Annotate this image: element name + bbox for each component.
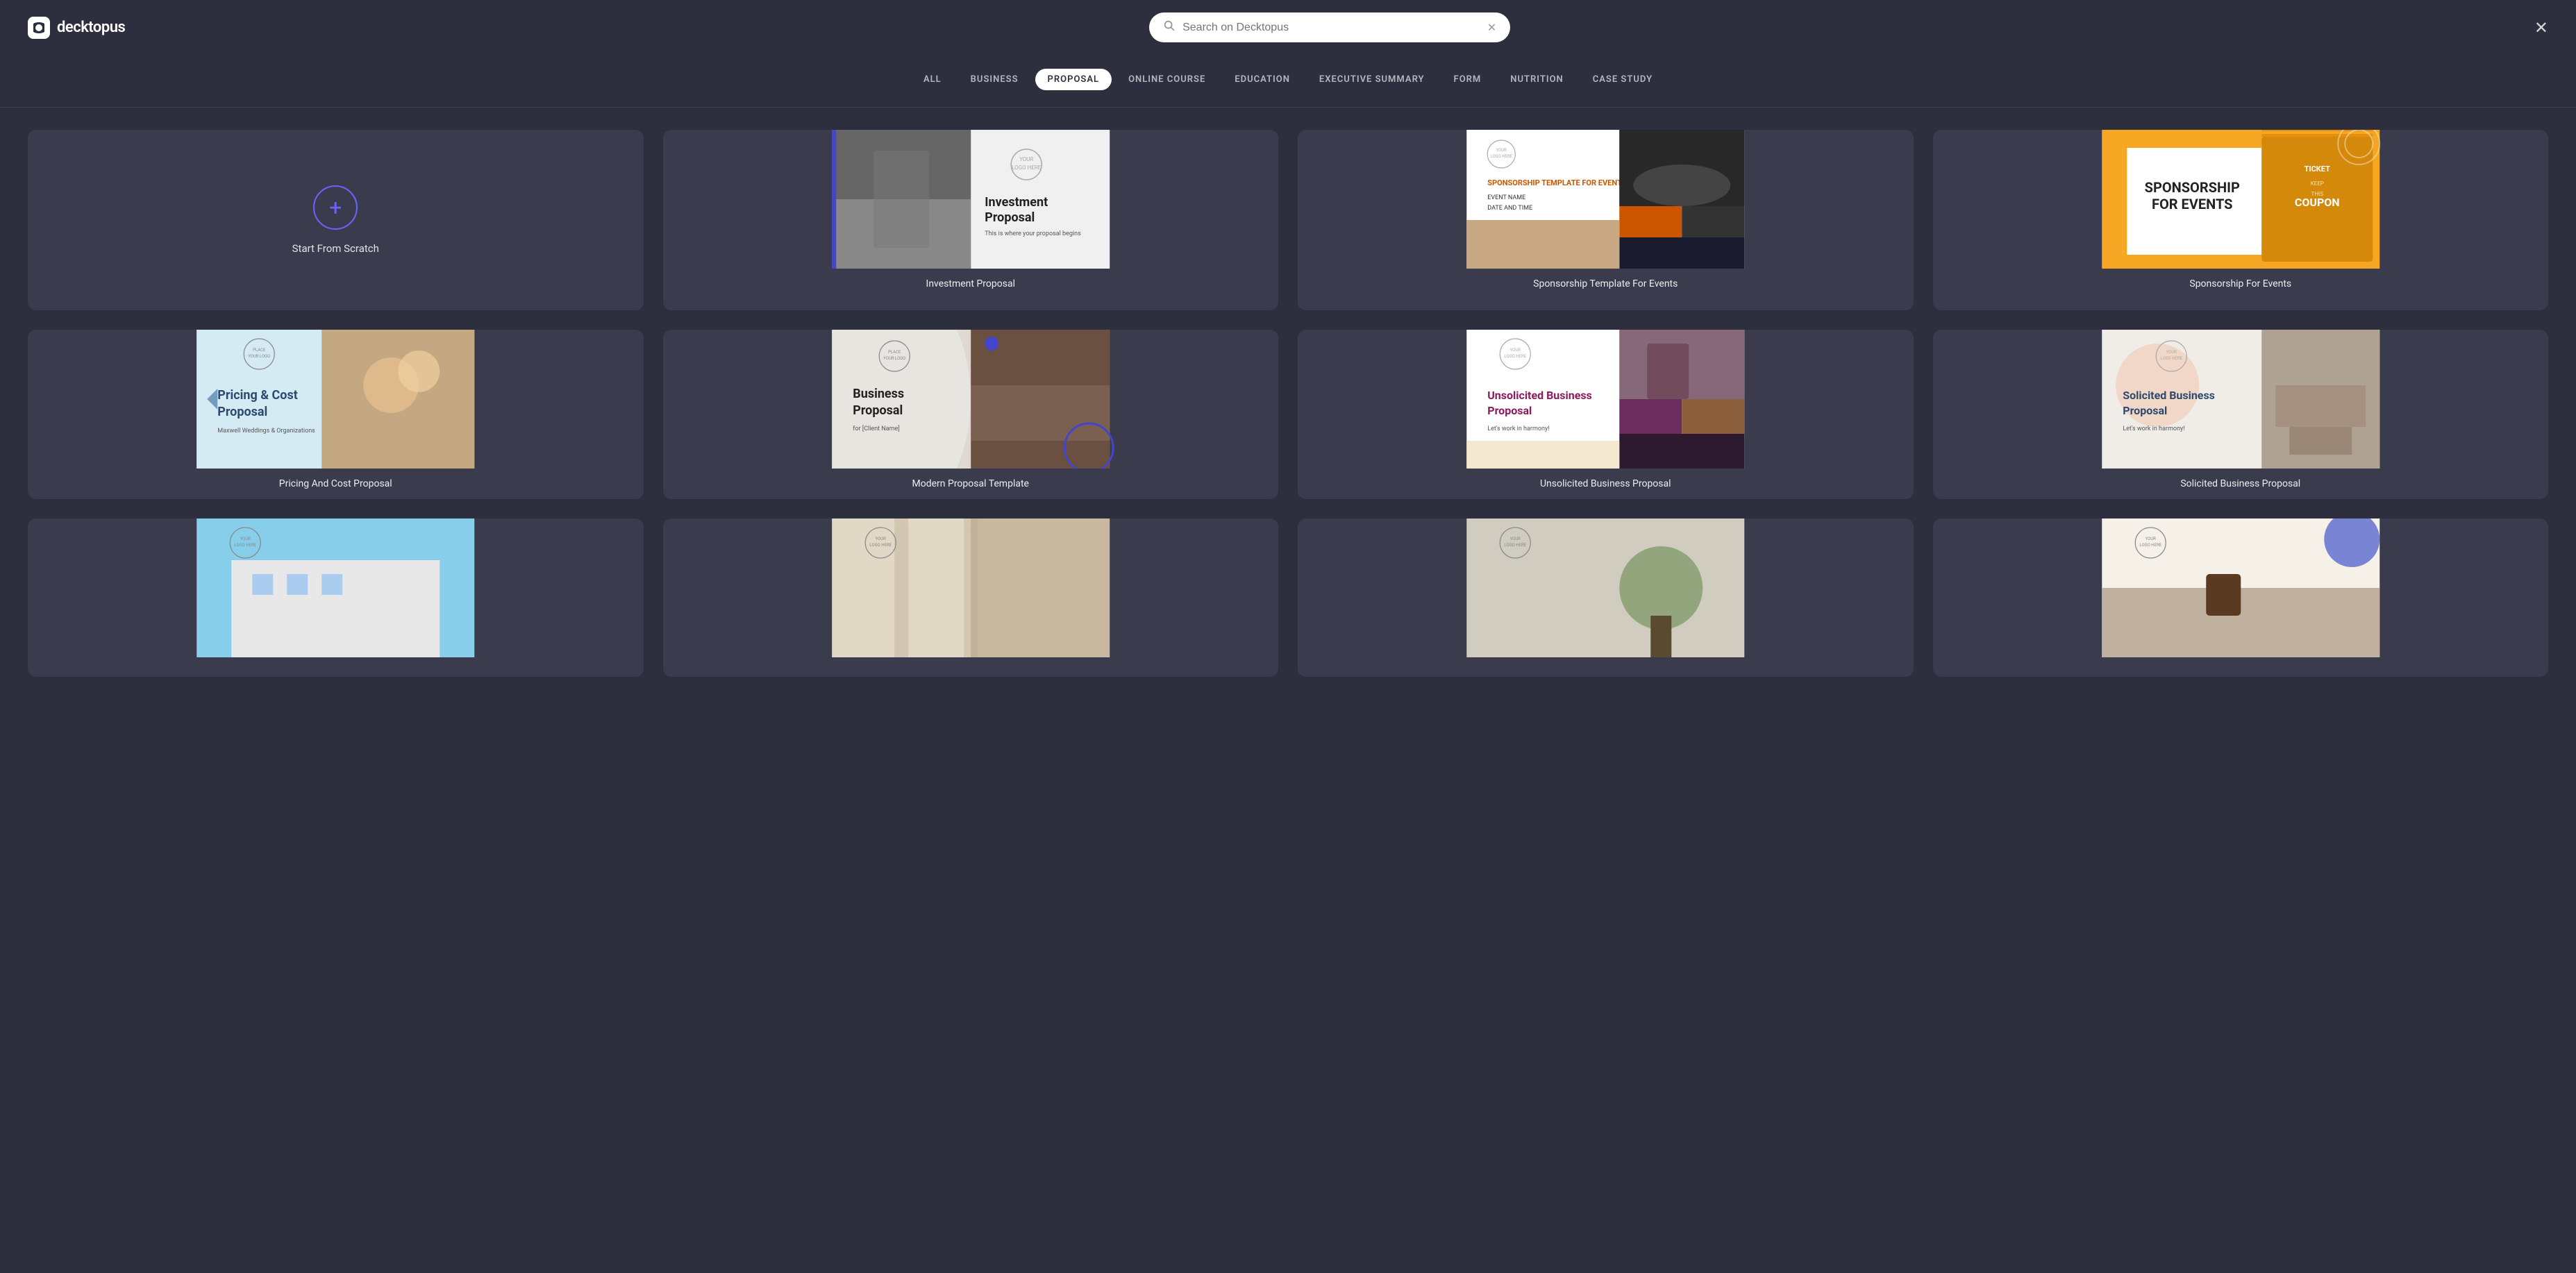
template-label: Investment Proposal	[663, 269, 1279, 299]
template-card-sponsorship-for-events[interactable]: SPONSORSHIP FOR EVENTS TICKET KEEP THIS …	[1933, 130, 2549, 310]
svg-text:YOUR: YOUR	[1019, 156, 1033, 162]
template-thumbnail: YOUR LOGO HERE Investment Proposal This …	[663, 130, 1279, 269]
svg-text:Proposal: Proposal	[1487, 404, 1532, 417]
template-card-solicited-business[interactable]: YOUR LOGO HERE Solicited Business Propos…	[1933, 330, 2549, 499]
svg-text:Proposal: Proposal	[217, 405, 267, 419]
svg-text:PLACE: PLACE	[253, 348, 266, 353]
svg-text:YOUR: YOUR	[2166, 350, 2177, 355]
svg-text:LOGO HERE: LOGO HERE	[869, 543, 892, 548]
svg-text:KEEP: KEEP	[2310, 180, 2323, 187]
template-label	[1298, 657, 1914, 677]
svg-text:This is where your proposal be: This is where your proposal begins	[985, 230, 1081, 237]
category-tabs: ALL BUSINESS PROPOSAL ONLINE COURSE EDUC…	[0, 55, 2576, 108]
svg-text:YOUR LOGO: YOUR LOGO	[883, 356, 905, 361]
svg-text:LOGO HERE: LOGO HERE	[1012, 165, 1042, 171]
svg-text:EVENT NAME: EVENT NAME	[1487, 194, 1525, 201]
template-label	[1933, 657, 2549, 677]
search-clear-button[interactable]: ✕	[1487, 21, 1496, 34]
tab-online-course[interactable]: ONLINE COURSE	[1116, 69, 1218, 90]
template-label	[663, 657, 1279, 677]
svg-text:Proposal: Proposal	[2123, 404, 2167, 417]
template-thumbnail: YOUR LOGO HERE	[28, 519, 644, 657]
svg-text:for [Client Name]: for [Client Name]	[853, 425, 899, 432]
template-thumbnail: YOUR LOGO HERE	[663, 519, 1279, 657]
tab-education[interactable]: EDUCATION	[1222, 69, 1303, 90]
svg-text:LOGO HERE: LOGO HERE	[2160, 356, 2182, 361]
search-bar[interactable]: ✕	[1149, 12, 1510, 42]
svg-text:LOGO HERE: LOGO HERE	[1504, 543, 1526, 548]
template-card-row3-2[interactable]: YOUR LOGO HERE	[663, 519, 1279, 677]
svg-text:LOGO HERE: LOGO HERE	[2139, 543, 2161, 548]
template-thumbnail: PLACE YOUR LOGO Pricing & Cost Proposal …	[28, 330, 644, 469]
tab-proposal[interactable]: PROPOSAL	[1035, 69, 1112, 90]
svg-text:TICKET: TICKET	[2304, 165, 2330, 174]
svg-text:LOGO HERE: LOGO HERE	[234, 543, 256, 548]
logo: decktopus	[28, 17, 125, 39]
plus-icon: +	[313, 185, 358, 230]
template-thumbnail: PLACE YOUR LOGO Business Proposal for [C…	[663, 330, 1279, 469]
svg-text:Maxwell Weddings & Organizatio: Maxwell Weddings & Organizations	[217, 428, 315, 435]
template-label: Sponsorship Template For Events	[1298, 269, 1914, 299]
tab-form[interactable]: FORM	[1441, 69, 1494, 90]
svg-text:LOGO HERE: LOGO HERE	[1504, 354, 1526, 359]
logo-icon	[28, 17, 50, 39]
template-grid: + Start From Scratch YOUR LOGO HERE Inve…	[0, 108, 2576, 699]
template-card-pricing-cost-proposal[interactable]: PLACE YOUR LOGO Pricing & Cost Proposal …	[28, 330, 644, 499]
svg-text:DATE AND TIME: DATE AND TIME	[1487, 205, 1532, 212]
template-thumbnail: SPONSORSHIP FOR EVENTS TICKET KEEP THIS …	[1933, 130, 2549, 269]
svg-text:SPONSORSHIP TEMPLATE FOR EVENT: SPONSORSHIP TEMPLATE FOR EVENTS	[1487, 178, 1626, 187]
template-card-investment-proposal[interactable]: YOUR LOGO HERE Investment Proposal This …	[663, 130, 1279, 310]
svg-text:Unsolicited Business: Unsolicited Business	[1487, 389, 1592, 402]
tab-business[interactable]: BUSINESS	[958, 69, 1031, 90]
search-input[interactable]	[1182, 22, 1480, 34]
header: decktopus ✕ ✕	[0, 0, 2576, 55]
svg-text:Let's work in harmony!: Let's work in harmony!	[2123, 425, 2184, 432]
scratch-label: Start From Scratch	[292, 242, 379, 255]
start-from-scratch-card[interactable]: + Start From Scratch	[28, 130, 644, 310]
template-label: Modern Proposal Template	[663, 469, 1279, 499]
svg-text:YOUR: YOUR	[875, 537, 886, 541]
svg-text:Proposal: Proposal	[985, 210, 1035, 225]
template-thumbnail: YOUR LOGO HERE Unsolicited Business Prop…	[1298, 330, 1914, 469]
svg-text:Proposal: Proposal	[853, 403, 903, 418]
svg-text:Investment: Investment	[985, 195, 1048, 210]
svg-text:Let's work in harmony!: Let's work in harmony!	[1487, 425, 1549, 432]
svg-text:LOGO HERE: LOGO HERE	[1490, 154, 1512, 159]
template-thumbnail: YOUR LOGO HERE	[1933, 519, 2549, 657]
template-label: Pricing And Cost Proposal	[28, 469, 644, 499]
template-label: Unsolicited Business Proposal	[1298, 469, 1914, 499]
svg-text:FOR EVENTS: FOR EVENTS	[2152, 196, 2233, 212]
template-thumbnail: YOUR LOGO HERE Solicited Business Propos…	[1933, 330, 2549, 469]
template-card-row3-1[interactable]: YOUR LOGO HERE	[28, 519, 644, 677]
svg-text:Solicited Business: Solicited Business	[2123, 389, 2215, 402]
svg-text:YOUR: YOUR	[1496, 148, 1507, 153]
template-label: Solicited Business Proposal	[1933, 469, 2549, 499]
svg-text:YOUR: YOUR	[1510, 348, 1521, 353]
template-label: Sponsorship For Events	[1933, 269, 2549, 299]
svg-text:Business: Business	[853, 387, 904, 401]
tab-all[interactable]: ALL	[911, 69, 954, 90]
close-button[interactable]: ✕	[2534, 18, 2548, 37]
svg-text:YOUR LOGO: YOUR LOGO	[248, 354, 270, 359]
template-card-sponsorship-events[interactable]: YOUR LOGO HERE SPONSORSHIP TEMPLATE FOR …	[1298, 130, 1914, 310]
svg-text:SPONSORSHIP: SPONSORSHIP	[2144, 179, 2239, 196]
search-icon	[1163, 19, 1176, 35]
tab-case-study[interactable]: CASE STUDY	[1580, 69, 1665, 90]
template-card-row3-3[interactable]: YOUR LOGO HERE	[1298, 519, 1914, 677]
svg-text:COUPON: COUPON	[2294, 196, 2339, 209]
template-label	[28, 657, 644, 677]
template-card-modern-proposal[interactable]: PLACE YOUR LOGO Business Proposal for [C…	[663, 330, 1279, 499]
logo-text: decktopus	[57, 19, 125, 36]
tab-nutrition[interactable]: NUTRITION	[1498, 69, 1575, 90]
tab-executive-summary[interactable]: EXECUTIVE SUMMARY	[1307, 69, 1437, 90]
svg-text:PLACE: PLACE	[888, 350, 901, 355]
template-card-unsolicited-business[interactable]: YOUR LOGO HERE Unsolicited Business Prop…	[1298, 330, 1914, 499]
template-thumbnail: YOUR LOGO HERE SPONSORSHIP TEMPLATE FOR …	[1298, 130, 1914, 269]
svg-text:Pricing & Cost: Pricing & Cost	[217, 388, 298, 403]
svg-text:YOUR: YOUR	[1510, 537, 1521, 541]
template-card-row3-4[interactable]: YOUR LOGO HERE	[1933, 519, 2549, 677]
template-thumbnail: YOUR LOGO HERE	[1298, 519, 1914, 657]
svg-text:YOUR: YOUR	[240, 537, 251, 541]
svg-text:YOUR: YOUR	[2145, 537, 2156, 541]
